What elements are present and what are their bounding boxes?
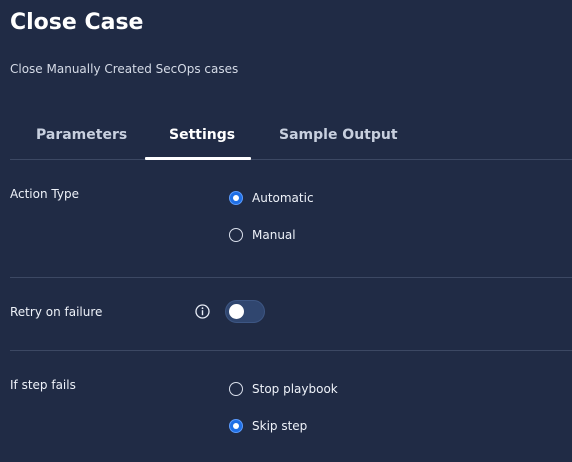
- active-tab-indicator: [145, 157, 251, 160]
- page-title: Close Case: [10, 10, 144, 35]
- tab-sample-output[interactable]: Sample Output: [279, 126, 398, 144]
- tab-parameters[interactable]: Parameters: [36, 126, 127, 144]
- if-step-fails-label: If step fails: [10, 378, 76, 392]
- automatic-radio-label: Automatic: [252, 191, 314, 205]
- automatic-radio[interactable]: [229, 191, 243, 205]
- stop-playbook-radio-label: Stop playbook: [252, 382, 338, 396]
- section-divider: [10, 277, 572, 278]
- section-divider: [10, 350, 572, 351]
- close-case-settings-panel: Close Case Close Manually Created SecOps…: [0, 0, 572, 462]
- toggle-knob: [229, 304, 244, 319]
- manual-radio-label: Manual: [252, 228, 296, 242]
- tab-settings[interactable]: Settings: [169, 126, 235, 144]
- stop-playbook-option[interactable]: Stop playbook: [229, 380, 338, 398]
- page-subtitle: Close Manually Created SecOps cases: [10, 62, 239, 76]
- manual-radio[interactable]: [229, 228, 243, 242]
- action-type-label: Action Type: [10, 187, 79, 201]
- skip-step-radio[interactable]: [229, 419, 243, 433]
- skip-step-option[interactable]: Skip step: [229, 417, 307, 435]
- stop-playbook-radio[interactable]: [229, 382, 243, 396]
- skip-step-radio-label: Skip step: [252, 419, 308, 433]
- action-type-manual-option[interactable]: Manual: [229, 226, 296, 244]
- action-type-automatic-option[interactable]: Automatic: [229, 189, 314, 207]
- retry-on-failure-label: Retry on failure: [10, 305, 103, 319]
- retry-on-failure-toggle[interactable]: [225, 300, 265, 323]
- info-icon[interactable]: [195, 304, 210, 319]
- settings-tabs: Parameters Settings Sample Output: [10, 118, 572, 160]
